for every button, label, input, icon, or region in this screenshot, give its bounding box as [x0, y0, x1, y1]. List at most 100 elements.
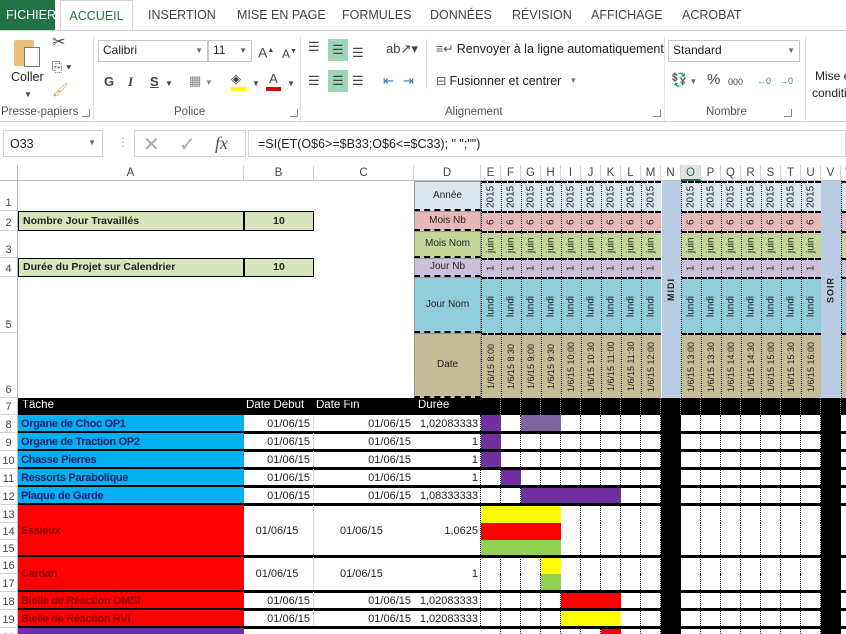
break-cell[interactable] — [821, 523, 841, 540]
row-header-2[interactable]: 2 — [0, 211, 18, 231]
gantt-cell[interactable] — [781, 523, 801, 540]
task-duration[interactable]: 1,0625 — [414, 505, 481, 557]
gantt-cell[interactable] — [741, 557, 761, 574]
gantt-cell[interactable] — [841, 505, 846, 523]
column-header-r[interactable]: R — [741, 165, 761, 181]
row-header-6[interactable]: 6 — [0, 333, 18, 398]
break-cell[interactable] — [661, 523, 681, 540]
column-header-w[interactable]: W — [841, 165, 846, 181]
row-header-9[interactable]: 9 — [0, 433, 18, 451]
gantt-cell[interactable] — [801, 505, 821, 523]
column-header-j[interactable]: J — [581, 165, 601, 181]
gantt-cell[interactable] — [841, 523, 846, 540]
column-header-d[interactable]: D — [414, 165, 481, 181]
task-start-date[interactable]: 01/06/15 — [244, 505, 314, 557]
column-header-g[interactable]: G — [521, 165, 541, 181]
gantt-bar[interactable] — [541, 557, 561, 574]
gantt-cell[interactable] — [801, 523, 821, 540]
gantt-cell[interactable] — [641, 505, 661, 523]
column-header-a[interactable]: A — [18, 165, 244, 181]
gantt-cell[interactable] — [641, 523, 661, 540]
row-header-18[interactable]: 18 — [0, 592, 18, 610]
gantt-cell[interactable] — [501, 557, 521, 574]
break-cell[interactable] — [661, 557, 681, 574]
gantt-cell[interactable] — [841, 557, 846, 574]
gantt-cell[interactable] — [481, 557, 501, 574]
row-header-13[interactable]: 13 — [0, 505, 18, 523]
column-header-l[interactable]: L — [621, 165, 641, 181]
column-header-c[interactable]: C — [314, 165, 414, 181]
gantt-cell[interactable] — [761, 505, 781, 523]
column-header-n[interactable]: N — [661, 165, 681, 181]
column-header-k[interactable]: K — [601, 165, 621, 181]
gantt-cell[interactable] — [621, 523, 641, 540]
row-header-19[interactable]: 19 — [0, 610, 18, 628]
gantt-cell[interactable] — [721, 505, 741, 523]
gantt-bar[interactable] — [481, 505, 561, 523]
row-header-4[interactable]: 4 — [0, 258, 18, 277]
spreadsheet-grid[interactable]: ABCDEFGHIJKLMNOPQRSTUVW12345678910111213… — [0, 0, 846, 634]
gantt-cell[interactable] — [721, 523, 741, 540]
row-header-14[interactable]: 14 — [0, 523, 18, 540]
gantt-cell[interactable] — [641, 557, 661, 574]
gantt-cell[interactable] — [741, 505, 761, 523]
row-header-5[interactable]: 5 — [0, 277, 18, 333]
column-header-h[interactable]: H — [541, 165, 561, 181]
column-header-t[interactable]: T — [781, 165, 801, 181]
gantt-cell[interactable] — [581, 523, 601, 540]
column-header-u[interactable]: U — [801, 165, 821, 181]
task-end-date[interactable]: 01/06/15 — [314, 505, 414, 557]
gantt-cell[interactable] — [681, 505, 701, 523]
column-header-v[interactable]: V — [821, 165, 841, 181]
gantt-cell[interactable] — [701, 557, 721, 574]
task-end-date[interactable]: 01/06/15 — [314, 557, 414, 592]
task-start-date[interactable]: 01/06/15 — [244, 557, 314, 592]
task-name[interactable]: Cardan — [18, 557, 244, 592]
task-name-partial[interactable] — [18, 628, 244, 634]
row-header-7[interactable]: 7 — [0, 398, 18, 415]
column-header-m[interactable]: M — [641, 165, 661, 181]
gantt-cell[interactable] — [601, 505, 621, 523]
column-header-e[interactable]: E — [481, 165, 501, 181]
gantt-cell[interactable] — [781, 505, 801, 523]
gantt-cell[interactable] — [801, 557, 821, 574]
gantt-cell[interactable] — [761, 557, 781, 574]
row-header-20[interactable]: 20 — [0, 628, 18, 634]
gantt-cell[interactable] — [781, 557, 801, 574]
gantt-cell[interactable] — [561, 505, 581, 523]
row-header-10[interactable]: 10 — [0, 451, 18, 469]
column-header-o[interactable]: O — [681, 165, 701, 181]
column-header-f[interactable]: F — [501, 165, 521, 181]
row-header-11[interactable]: 11 — [0, 469, 18, 487]
row-header-12[interactable]: 12 — [0, 487, 18, 505]
column-header-p[interactable]: P — [701, 165, 721, 181]
row-header-16[interactable]: 16 — [0, 557, 18, 574]
gantt-cell[interactable] — [621, 505, 641, 523]
column-header-q[interactable]: Q — [721, 165, 741, 181]
gantt-bar[interactable] — [481, 523, 561, 540]
task-duration[interactable]: 1 — [414, 557, 481, 592]
break-cell[interactable] — [661, 505, 681, 523]
task-name[interactable]: Essieux — [18, 505, 244, 557]
row-header-8[interactable]: 8 — [0, 415, 18, 433]
gantt-cell[interactable] — [701, 523, 721, 540]
break-cell[interactable] — [821, 505, 841, 523]
gantt-cell[interactable] — [521, 557, 541, 574]
row-header-17[interactable]: 17 — [0, 574, 18, 592]
gantt-cell[interactable] — [741, 523, 761, 540]
gantt-cell[interactable] — [721, 557, 741, 574]
column-header-b[interactable]: B — [244, 165, 314, 181]
column-header-s[interactable]: S — [761, 165, 781, 181]
gantt-cell[interactable] — [681, 557, 701, 574]
gantt-cell[interactable] — [561, 557, 581, 574]
gantt-cell[interactable] — [601, 523, 621, 540]
gantt-cell[interactable] — [561, 523, 581, 540]
gantt-cell[interactable] — [761, 523, 781, 540]
gantt-cell[interactable] — [581, 505, 601, 523]
gantt-cell[interactable] — [601, 557, 621, 574]
gantt-cell[interactable] — [581, 557, 601, 574]
row-header-15[interactable]: 15 — [0, 540, 18, 557]
gantt-cell[interactable] — [681, 523, 701, 540]
select-all-corner[interactable] — [0, 165, 18, 181]
break-cell[interactable] — [821, 557, 841, 574]
